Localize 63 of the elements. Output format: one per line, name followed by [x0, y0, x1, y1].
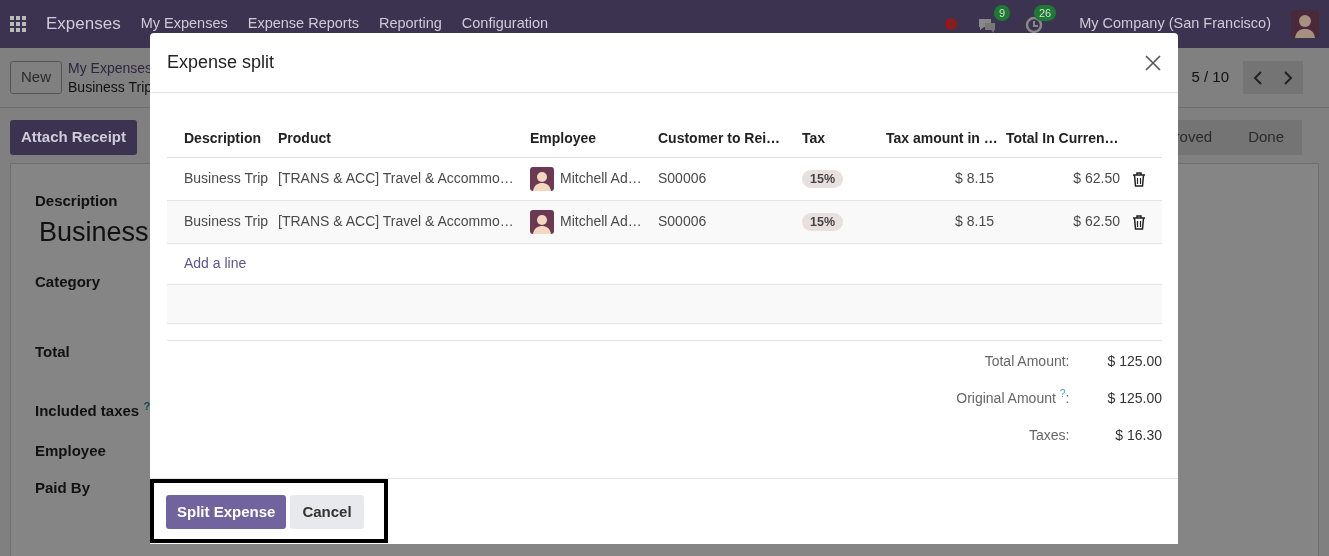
app-menu-icon[interactable]: [10, 16, 26, 32]
employee-name: Mitchell Ad…: [560, 169, 642, 186]
table-cell: [TRANS & ACC] Travel & Accommo…: [272, 157, 524, 200]
field-label: Description: [35, 190, 118, 211]
avatar-icon: [530, 209, 554, 234]
field-label: Included taxes $^{?}$: [35, 399, 151, 421]
field-label: Total: [35, 342, 70, 362]
table-cell: $ 62.50: [1000, 157, 1126, 200]
total-value: $ 125.00: [1107, 351, 1162, 371]
pager-text: 5 / 10: [1191, 67, 1229, 88]
table-cell: S00006: [652, 157, 796, 200]
dialog-title: Expense split: [167, 51, 275, 74]
previous-button[interactable]: [1243, 61, 1273, 94]
total-value: $ 16.30: [1114, 425, 1162, 445]
column-header[interactable]: Customer to Rei…: [652, 121, 796, 157]
add-line-link[interactable]: Add a line: [184, 255, 247, 271]
status-dot-icon: [945, 18, 958, 30]
column-header[interactable]: Description: [167, 121, 272, 157]
column-header[interactable]: Employee: [524, 121, 652, 157]
total-label: Taxes:: [1028, 425, 1070, 445]
table-cell: $ 8.15: [880, 157, 1000, 200]
table-cell: Business Trip: [167, 200, 272, 243]
table-cell: [TRANS & ACC] Travel & Accommo…: [272, 200, 524, 243]
column-header[interactable]: Tax: [796, 121, 880, 157]
next-button[interactable]: [1273, 61, 1303, 94]
record-title: Business: [39, 216, 149, 249]
menu-item[interactable]: Expense Reports: [247, 13, 359, 35]
user-avatar-icon[interactable]: [1291, 10, 1319, 38]
menu-item[interactable]: My Expenses: [140, 13, 228, 35]
table-cell: $ 62.50: [1000, 200, 1126, 243]
avatar-icon: [530, 166, 554, 191]
column-header[interactable]: Total In Curren…: [1000, 121, 1126, 157]
field-label: Paid By: [35, 477, 91, 498]
total-value: $ 125.00: [1107, 388, 1162, 408]
company-name[interactable]: My Company (San Francisco): [1079, 13, 1271, 35]
breadcrumb-link[interactable]: My Expenses: [68, 59, 153, 78]
trash-icon: [1132, 171, 1146, 187]
close-icon: [1144, 54, 1162, 73]
trash-icon: [1132, 214, 1146, 230]
cancel-button[interactable]: Cancel: [290, 495, 364, 529]
column-header[interactable]: Tax amount in …: [880, 121, 1000, 157]
total-label: Original Amount $^{?}$:: [956, 387, 1070, 408]
chevron-left-icon: [1252, 70, 1264, 87]
employee-name: Mitchell Ad…: [560, 212, 642, 229]
table-cell: $ 8.15: [880, 200, 1000, 243]
new-button[interactable]: New: [10, 61, 62, 94]
activity-count-badge: 26: [1033, 4, 1057, 21]
table-cell: S00006: [652, 200, 796, 243]
clock-icon[interactable]: [1025, 15, 1044, 34]
tax-tag: 15%: [802, 170, 844, 188]
field-label: Employee: [35, 441, 106, 461]
menu-item[interactable]: Configuration: [461, 13, 549, 35]
menu-item[interactable]: Reporting: [378, 13, 442, 35]
column-header[interactable]: Product: [272, 121, 524, 157]
field-label: Category: [35, 271, 101, 292]
message-count-badge: 9: [994, 4, 1011, 21]
attach-receipt-button[interactable]: Attach Receipt: [10, 120, 138, 155]
chevron-right-icon: [1282, 70, 1294, 87]
total-label: Total Amount:: [983, 351, 1070, 371]
tax-tag: 15%: [802, 213, 844, 231]
table-cell: Business Trip: [167, 157, 272, 200]
split-expense-button[interactable]: Split Expense: [166, 495, 287, 529]
app-name[interactable]: Expenses: [46, 11, 121, 37]
